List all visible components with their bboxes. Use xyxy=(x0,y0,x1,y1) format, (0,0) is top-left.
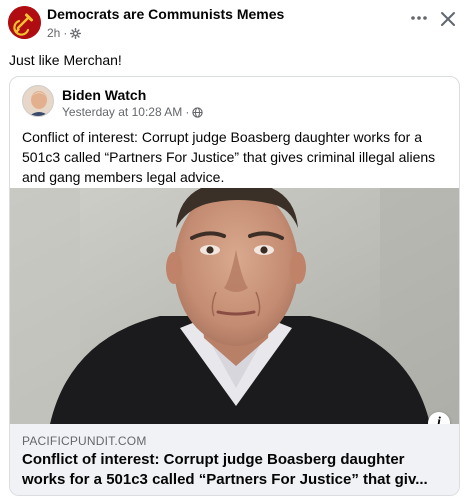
shared-post-card: Biden Watch Yesterday at 10:28 AM · Conf… xyxy=(9,76,460,496)
post-meta: 2h · xyxy=(47,26,82,40)
shared-author-name[interactable]: Biden Watch xyxy=(62,87,146,103)
judge-portrait-image xyxy=(10,188,459,424)
author-photo-icon xyxy=(23,86,53,116)
page-name[interactable]: Democrats are Communists Memes xyxy=(47,6,284,22)
link-domain: PACIFICPUNDIT.COM xyxy=(22,434,147,448)
shared-author-avatar[interactable] xyxy=(22,85,54,117)
post-time[interactable]: 2h xyxy=(47,26,60,40)
meta-separator: · xyxy=(185,105,190,119)
more-options-icon xyxy=(411,16,427,20)
hammer-sickle-icon xyxy=(8,6,41,39)
shared-post-meta: Yesterday at 10:28 AM · xyxy=(62,105,203,119)
more-options-button[interactable] xyxy=(407,10,431,30)
globe-icon xyxy=(192,106,203,118)
page-avatar[interactable] xyxy=(8,6,41,39)
post-text: Just like Merchan! xyxy=(9,52,122,68)
meta-separator: · xyxy=(63,26,68,40)
gear-icon xyxy=(70,27,82,39)
shared-post-time[interactable]: Yesterday at 10:28 AM xyxy=(62,105,182,119)
link-preview-image[interactable]: i xyxy=(10,188,459,424)
link-preview-footer[interactable]: PACIFICPUNDIT.COM Conflict of interest: … xyxy=(10,424,459,495)
shared-post-text: Conflict of interest: Corrupt judge Boas… xyxy=(22,129,436,185)
close-button[interactable] xyxy=(437,8,459,30)
post-header: Democrats are Communists Memes 2h · xyxy=(0,0,468,44)
link-title[interactable]: Conflict of interest: Corrupt judge Boas… xyxy=(22,450,452,490)
close-icon xyxy=(441,12,455,26)
